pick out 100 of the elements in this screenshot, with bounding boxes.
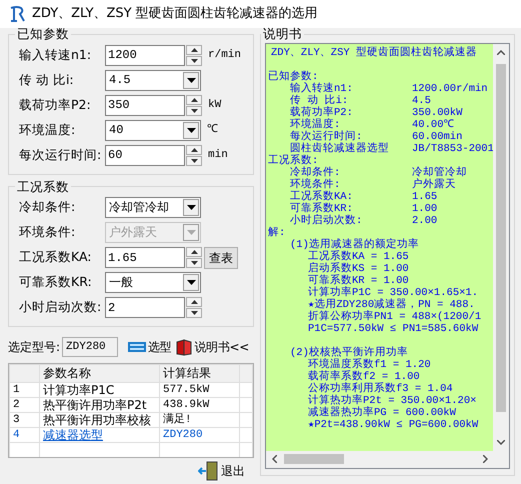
app-icon xyxy=(8,5,26,23)
spin-up-button[interactable] xyxy=(186,144,202,154)
memo-label: 传 动 比i: xyxy=(290,94,350,106)
up-arrow-icon xyxy=(190,98,198,102)
memo-value: 40.00℃ xyxy=(412,118,454,130)
field-label: 环境条件: xyxy=(19,223,76,242)
exit-button[interactable]: 退出 xyxy=(197,461,246,481)
table-cell: 438.9kW xyxy=(160,398,240,412)
memo-line: 工况系数KA = 1.65 xyxy=(308,250,409,262)
table-row[interactable]: 1 计算功率P1C 577.5kW xyxy=(10,382,252,398)
memo-value: 4.5 xyxy=(412,94,431,106)
field-label: 工况系数KA: xyxy=(19,248,93,266)
unit-label: min xyxy=(208,148,228,163)
up-arrow-icon xyxy=(190,148,198,152)
memo-line: 工况系数: xyxy=(268,154,318,166)
scroll-right-icon xyxy=(482,455,488,463)
memo-value: 350.00kW xyxy=(412,106,462,118)
memo-line: 折算公称功率PN1 = 488×(1200/1 xyxy=(308,310,482,322)
spin-up-button[interactable] xyxy=(186,94,202,104)
field-label: 可靠系数KR: xyxy=(19,273,93,292)
spin-down-button[interactable] xyxy=(186,106,202,116)
caret-icon xyxy=(186,280,196,285)
memo-value: 冷却管冷却 xyxy=(412,166,467,178)
spin-down-button[interactable] xyxy=(186,308,202,318)
caret-icon xyxy=(186,205,196,210)
table-cell: 计算功率P1C xyxy=(40,382,160,398)
table-cell: 4 xyxy=(10,428,40,442)
window-title: ZDY、ZLY、ZSY 型硬齿面圆柱齿轮减速器的选用 xyxy=(32,5,318,24)
down-arrow-icon xyxy=(190,311,198,315)
caret-icon xyxy=(186,230,196,235)
scroll-thumb[interactable] xyxy=(496,64,506,412)
table-cell: ZDY280 xyxy=(160,428,240,442)
model-field[interactable]: ZDY280 xyxy=(62,337,118,357)
spin-up-button[interactable] xyxy=(186,247,202,257)
caret-icon xyxy=(186,128,196,132)
memo-label: 环境温度: xyxy=(290,118,340,130)
lookup-button[interactable]: 查表 xyxy=(204,246,238,268)
memo-value: 1.65 xyxy=(412,190,438,202)
scroll-up-icon xyxy=(497,50,505,54)
memo-label: 冷却条件: xyxy=(290,166,342,178)
dropdown[interactable]: 一般 xyxy=(105,272,201,293)
table-cell: 满足! xyxy=(160,412,240,428)
memo-line: (2)校核热平衡许用功率 xyxy=(290,346,408,358)
table-cell: 2 xyxy=(10,398,40,412)
field-label: 环境温度: xyxy=(19,120,76,139)
manual-button[interactable]: 说明书<< xyxy=(174,338,250,356)
unit-label: kW xyxy=(208,98,222,113)
group-title: 已知参数 xyxy=(16,28,70,40)
memo-value: 1200.00r/min xyxy=(412,82,488,94)
memo-heading: ZDY、ZLY、ZSY 型硬齿面圆柱齿轮减速器 xyxy=(270,46,478,58)
spin-down-button[interactable] xyxy=(186,156,202,166)
group-title: 说明书 xyxy=(262,28,303,40)
dropdown[interactable]: 冷却管冷却 xyxy=(105,197,201,218)
down-arrow-icon xyxy=(190,261,198,265)
input-field[interactable]: 60 xyxy=(105,144,185,166)
table-row[interactable]: 4 减速器选型 ZDY280 xyxy=(10,428,252,442)
door-icon xyxy=(198,461,220,481)
field-label: 载荷功率P2: xyxy=(19,96,92,114)
column-header: 计算结果 xyxy=(160,364,240,382)
spin-down-button[interactable] xyxy=(186,56,202,66)
group-title: 工况系数 xyxy=(16,180,70,193)
unit-label: ℃ xyxy=(207,122,218,138)
input-field[interactable]: 350 xyxy=(105,94,185,116)
input-field[interactable]: 2 xyxy=(105,297,185,318)
memo-line: 载荷率系数f2 = 1.00 xyxy=(308,370,420,382)
dropdown[interactable]: 40 xyxy=(105,120,201,140)
select-button[interactable]: 选型 xyxy=(126,338,172,356)
memo-line: ★P2t=438.90kW ≤ PG=600.00kW xyxy=(308,418,478,430)
up-arrow-icon xyxy=(190,250,198,254)
input-field[interactable]: 1.65 xyxy=(105,247,185,268)
unit-label: r/min xyxy=(208,48,242,63)
up-arrow-icon xyxy=(190,48,198,52)
table-row[interactable]: 2 热平衡许用功率P2t 438.9kW xyxy=(10,398,252,412)
field-label: 每次运行时间: xyxy=(19,146,102,164)
down-arrow-icon xyxy=(190,108,198,112)
memo-line: ★选用ZDY280减速器，PN = 488. xyxy=(308,298,475,310)
spin-down-button[interactable] xyxy=(186,258,202,268)
memo-line: 公称功率利用系数f3 = 1.04 xyxy=(308,382,453,394)
scroll-left-icon xyxy=(272,455,276,463)
dropdown[interactable]: 4.5 xyxy=(105,70,201,90)
memo-label: 工况系数KA: xyxy=(290,190,354,202)
model-label: 选定型号: xyxy=(8,339,60,356)
memo-label: 载荷功率P2: xyxy=(290,106,354,118)
book-icon xyxy=(175,338,194,356)
memo-line: 已知参数: xyxy=(268,70,318,82)
field-label: 输入转速n1: xyxy=(19,46,92,64)
scroll-thumb[interactable] xyxy=(284,454,344,464)
spin-up-button[interactable] xyxy=(186,297,202,307)
memo-line: P1C=577.50kW ≤ PN1=585.60kW xyxy=(308,322,478,334)
spin-up-button[interactable] xyxy=(186,44,202,54)
memo-line: 可靠系数KR = 1.00 xyxy=(308,274,409,286)
column-header: 参数名称 xyxy=(40,364,160,382)
table-cell: 577.5kW xyxy=(160,382,240,398)
input-field[interactable]: 1200 xyxy=(105,44,185,66)
memo-value: 60.00min xyxy=(412,130,462,142)
table-row[interactable]: 3 热平衡许用功率校核 满足! xyxy=(10,412,252,428)
field-label: 传 动 比i: xyxy=(19,70,75,89)
memo-line: (1)选用减速器的额定功率 xyxy=(290,238,419,250)
field-label: 冷却条件: xyxy=(19,198,76,216)
table-cell: 3 xyxy=(10,412,40,428)
